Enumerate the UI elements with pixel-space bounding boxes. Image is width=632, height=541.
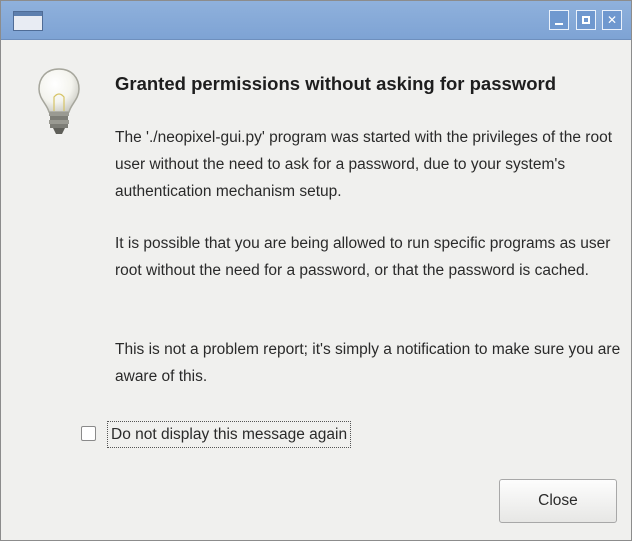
close-icon: ✕ [606,13,618,27]
message-paragraph-2: It is possible that you are being allowe… [115,235,611,279]
maximize-button[interactable] [576,10,596,30]
title-bar[interactable]: ✕ [1,1,631,40]
maximize-icon [582,16,590,24]
dont-show-again-checkbox[interactable] [81,426,96,441]
minimize-button[interactable] [549,10,569,30]
dialog-heading: Granted permissions without asking for p… [115,73,556,94]
close-window-button[interactable]: ✕ [602,10,622,30]
dont-show-again-label[interactable]: Do not display this message again [107,421,352,448]
message-paragraph-3: This is not a problem report; it's simpl… [115,341,621,385]
message-paragraph-1: The './neopixel-gui.py' program was star… [115,129,612,200]
permission-dialog-window: ✕ Granted permissions without asking for… [0,0,632,541]
close-button[interactable]: Close [499,479,617,523]
minimize-icon [555,23,563,25]
window-app-icon[interactable] [13,11,43,31]
lightbulb-icon [38,68,80,134]
